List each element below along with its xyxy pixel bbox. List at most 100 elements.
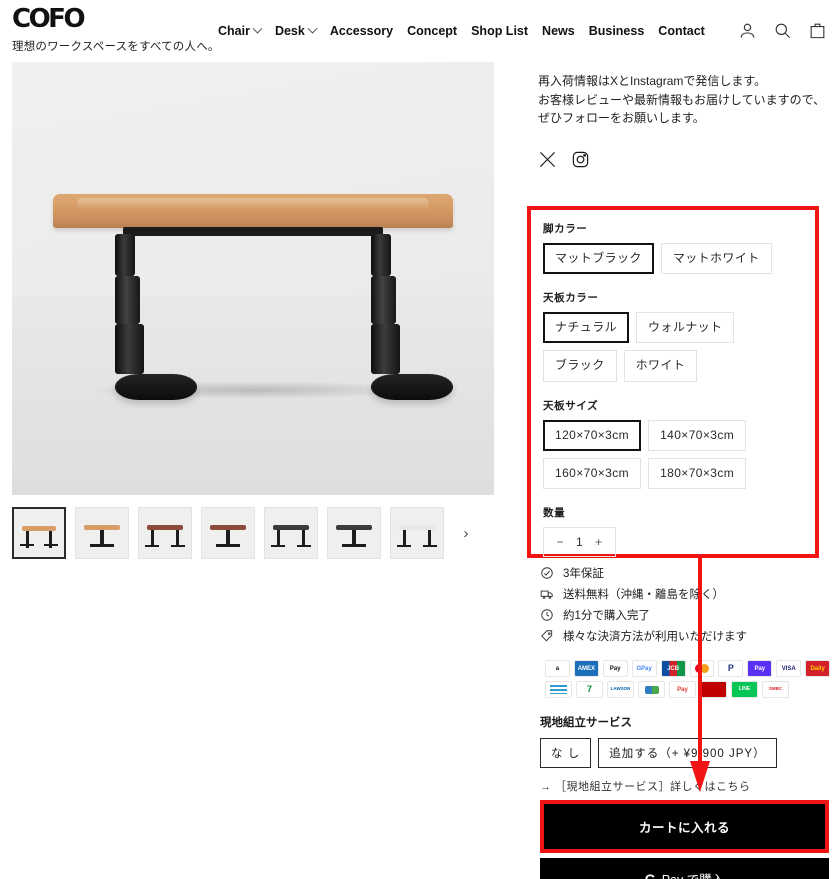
feature-row-shipping: 送料無料（沖縄・離島を除く） [540,583,830,604]
nav-item-shop-list[interactable]: Shop List [471,24,528,38]
nav-item-contact[interactable]: Contact [658,24,705,38]
top-color-label: 天板カラー [543,292,599,305]
feature-text: 約1分で購入完了 [563,609,650,622]
cart-icon[interactable] [808,21,827,40]
top-size-option-160[interactable]: 160×70×3cm [543,457,642,489]
feature-row-payments: 様々な決済方法が利用いただけます [540,625,830,646]
thumbnail-2[interactable] [75,507,129,559]
add-to-cart-highlight: カートに入れる [540,800,829,853]
product-gallery: › [12,62,494,559]
notice-line-1: 再入荷情報はXとInstagramで発信します。 [538,74,767,88]
desk-beam [123,227,383,236]
top-color-option-walnut[interactable]: ウォルナット [636,312,735,344]
logo[interactable]: COFO [12,6,220,32]
chevron-down-icon [252,23,263,34]
account-icon[interactable] [738,21,757,40]
quantity-stepper[interactable]: − 1 + [543,526,616,557]
notice-line-3: ぜひフォローをお願いします。 [538,111,705,126]
leg-color-options: マットブラック マットホワイト [543,243,803,275]
mastercard-icon [689,660,715,677]
quantity-decrease-button[interactable]: − [555,535,565,549]
nav-item-news[interactable]: News [542,24,575,38]
desk-top [53,194,453,228]
assembly-options: な し 追加する（+ ¥9,900 JPY） [540,738,830,768]
jcb-icon: JCB [660,660,686,677]
top-size-label: 天板サイズ [543,399,599,412]
truck-icon [540,587,554,601]
product-hero-image[interactable] [12,62,494,495]
brand-tagline: 理想のワークスペースをすべての人へ。 [12,41,220,53]
top-size-options: 120×70×3cm 140×70×3cm 160×70×3cm 180×70×… [543,419,803,489]
feature-row-warranty: 3年保証 [540,562,830,583]
nav-item-chair[interactable]: Chair [218,23,263,38]
site-header: COFO 理想のワークスペースをすべての人へ。 Chair Desk Acces… [0,0,839,62]
thumbnail-5[interactable] [264,507,318,559]
quantity-value: 1 [576,534,583,549]
search-icon[interactable] [773,21,792,40]
thumbnail-1[interactable] [12,507,66,559]
top-color-options: ナチュラル ウォルナット ブラック ホワイト [543,312,803,382]
tag-icon [540,629,554,643]
amex-icon: AMEX [573,660,599,677]
top-size-option-120[interactable]: 120×70×3cm [543,419,642,451]
amazon-pay-icon: a [545,660,570,677]
check-circle-icon [540,566,554,580]
nav-label: Chair [218,24,250,38]
nav-label: News [542,24,575,38]
desk-leg-right [371,234,453,400]
restock-notice: 再入荷情報はXとInstagramで発信します。 お客様レビューや最新情報もお届… [527,72,831,128]
nav-item-business[interactable]: Business [589,24,645,38]
top-color-option-natural[interactable]: ナチュラル [543,312,630,344]
thumbnail-6[interactable] [327,507,381,559]
merpay-icon: Pay [669,681,696,698]
nav-label: Accessory [329,24,394,38]
top-size-option-140[interactable]: 140×70×3cm [648,419,747,451]
standing-desk-illustration [53,194,453,400]
x-icon[interactable] [538,150,557,169]
assembly-option-none[interactable]: な し [540,738,592,768]
google-pay-icon: GPay [631,660,657,677]
nav-item-desk[interactable]: Desk [275,23,318,38]
add-to-cart-button[interactable]: カートに入れる [544,804,825,849]
clock-icon [540,608,554,622]
product-page: COFO 理想のワークスペースをすべての人へ。 Chair Desk Acces… [0,0,839,879]
visa-icon: VISA [776,660,802,677]
feature-list: 3年保証 送料無料（沖縄・離島を除く） 約1分で購入完了 様々な決済方法が利用い… [540,562,830,646]
product-options-highlight: 脚カラー マットブラック マットホワイト 天板カラー ナチュラル ウォルナット … [527,206,819,558]
google-pay-mark-icon: G [644,870,656,879]
smbc-icon: SMBC [762,681,789,698]
thumbnail-4[interactable] [201,507,255,559]
top-color-option-black[interactable]: ブラック [543,350,617,382]
nav-label: Shop List [471,24,529,38]
leg-color-option-matte-white[interactable]: マットホワイト [660,243,772,275]
shop-pay-icon: Pay [747,660,773,677]
thumbnail-7[interactable] [390,507,444,559]
gallery-next-arrow[interactable]: › [457,516,475,550]
daily-icon: Daily [805,660,831,677]
leg-color-label: 脚カラー [543,223,588,235]
thumbnail-3[interactable] [138,507,192,559]
payment-row-1: a AMEX Pay GPay JCB P Pay VISA Daily [545,660,831,677]
product-info-column: 再入荷情報はXとInstagramで発信します。 お客様レビューや最新情報もお届… [527,72,831,169]
assembly-option-add[interactable]: 追加する（+ ¥9,900 JPY） [598,738,777,768]
quantity-label: 数量 [543,506,566,519]
nav-item-accessory[interactable]: Accessory [330,24,393,38]
leg-color-option-matte-black[interactable]: マットブラック [543,243,654,275]
assembly-details-link[interactable]: → ［現地組立サービス］詳しくはこちら [540,778,830,794]
google-pay-buy-button[interactable]: G Pay で購入 [540,858,829,879]
google-pay-label: Pay で購入 [662,869,725,879]
brand-block[interactable]: COFO 理想のワークスペースをすべての人へ。 [12,6,220,54]
feature-row-speed: 約1分で購入完了 [540,604,830,625]
nav-label: Business [588,24,645,38]
quantity-increase-button[interactable]: + [594,535,604,549]
main-navigation: Chair Desk Accessory Concept Shop List N… [218,23,705,38]
instagram-icon[interactable] [571,150,590,169]
assembly-title: 現地組立サービス [540,717,632,729]
assembly-service-section: 現地組立サービス な し 追加する（+ ¥9,900 JPY） → ［現地組立サ… [540,714,830,794]
nav-item-concept[interactable]: Concept [407,24,457,38]
nav-label: Contact [658,24,705,38]
chevron-down-icon [307,23,318,34]
top-size-option-180[interactable]: 180×70×3cm [648,457,747,489]
top-color-option-white[interactable]: ホワイト [623,350,698,382]
family-mart-icon [638,681,665,698]
